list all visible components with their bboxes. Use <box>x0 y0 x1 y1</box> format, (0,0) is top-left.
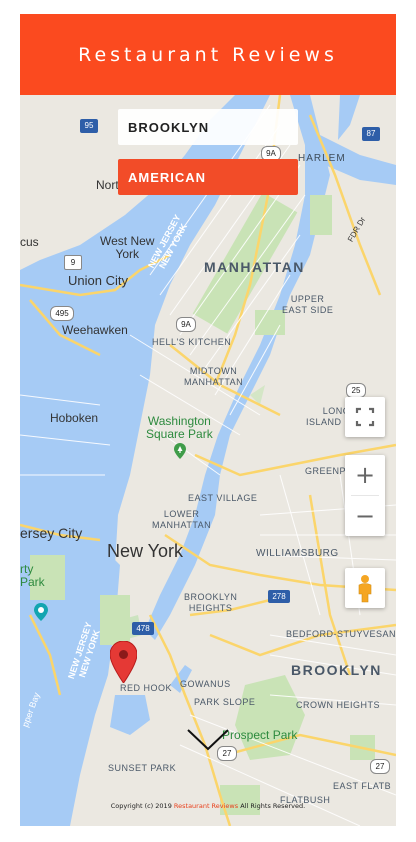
footer-brand-link[interactable]: Restaurant Reviews <box>174 802 238 810</box>
route-shield-27b: 27 <box>370 759 390 774</box>
map-label-red-hook: RED HOOK <box>120 683 173 693</box>
pegman-icon <box>358 575 372 603</box>
neighborhood-select[interactable]: BROOKLYN <box>118 109 298 145</box>
map-label-hells-kitchen: HELL'S KITCHEN <box>152 337 232 347</box>
route-shield-9a-mid: 9A <box>176 317 196 332</box>
map-label-brooklyn: BROOKLYN <box>291 662 382 678</box>
map[interactable]: HARLEM MANHATTAN North Bergen West New Y… <box>20 95 396 826</box>
map-label-manhattan: MANHATTAN <box>204 259 305 275</box>
map-label-hoboken: Hoboken <box>50 411 99 425</box>
map-label-liberty-park: rty Park <box>20 562 45 589</box>
map-label-jersey-city: ersey City <box>20 525 83 541</box>
chevron-down-icon[interactable] <box>186 727 230 753</box>
map-label-washington-square-park: Washington Square Park <box>146 414 213 441</box>
park-pin-icon[interactable] <box>174 443 186 459</box>
map-label-williamsburg: WILLIAMSBURG <box>256 548 339 559</box>
map-label-weehawken: Weehawken <box>62 323 128 337</box>
fullscreen-icon <box>355 407 375 427</box>
map-label-east-flatbush: EAST FLATB <box>333 781 392 791</box>
map-label-midtown: MIDTOWN MANHATTAN <box>184 366 244 387</box>
map-label-cus: cus <box>20 235 39 249</box>
route-shield-495: 495 <box>50 306 74 321</box>
map-label-sunset-park: SUNSET PARK <box>108 763 177 773</box>
route-shield-87: 87 <box>362 127 380 141</box>
map-label-west-new-york: West New York <box>100 234 155 261</box>
map-label-park-slope: PARK SLOPE <box>194 697 256 707</box>
attraction-pin-icon[interactable] <box>34 603 48 621</box>
map-label-gowanus: GOWANUS <box>180 679 231 689</box>
map-label-bedford-stuyvesant: BEDFORD-STUYVESANT <box>286 629 396 639</box>
map-label-east-village: EAST VILLAGE <box>188 493 258 503</box>
app-frame: Restaurant Reviews HARLEM MANHATTAN Nort… <box>20 14 396 826</box>
route-shield-9: 9 <box>64 255 82 270</box>
route-shield-478: 478 <box>132 622 154 635</box>
map-label-prospect-park: Prospect Park <box>222 728 298 742</box>
header: Restaurant Reviews <box>20 14 396 95</box>
footer: Copyright (c) 2019 Restaurant Reviews Al… <box>20 802 396 810</box>
route-shield-278: 278 <box>268 590 290 603</box>
restaurant-marker-icon[interactable] <box>110 641 137 683</box>
map-label-new-york: New York <box>107 541 184 561</box>
map-label-harlem: HARLEM <box>298 153 346 164</box>
footer-suffix: All Rights Reserved. <box>238 802 306 810</box>
route-shield-95: 95 <box>80 119 98 133</box>
cuisine-select[interactable]: AMERICAN <box>118 159 298 195</box>
route-shield-25: 25 <box>346 383 366 398</box>
fullscreen-button[interactable] <box>345 397 385 437</box>
zoom-out-button[interactable]: − <box>345 496 385 536</box>
map-label-crown-heights: CROWN HEIGHTS <box>296 700 380 710</box>
footer-prefix: Copyright (c) 2019 <box>110 802 174 810</box>
page-title: Restaurant Reviews <box>78 43 338 66</box>
map-label-brooklyn-heights: BROOKLYN HEIGHTS <box>184 592 238 613</box>
street-view-button[interactable] <box>345 568 385 608</box>
map-label-union-city: Union City <box>68 273 128 288</box>
zoom-control: + − <box>345 455 385 536</box>
map-label-upper-east-side: UPPER EAST SIDE <box>282 294 334 315</box>
map-label-lower-manhattan: LOWER MANHATTAN <box>152 509 212 530</box>
map-tiles[interactable] <box>20 95 396 826</box>
zoom-in-button[interactable]: + <box>345 455 385 495</box>
